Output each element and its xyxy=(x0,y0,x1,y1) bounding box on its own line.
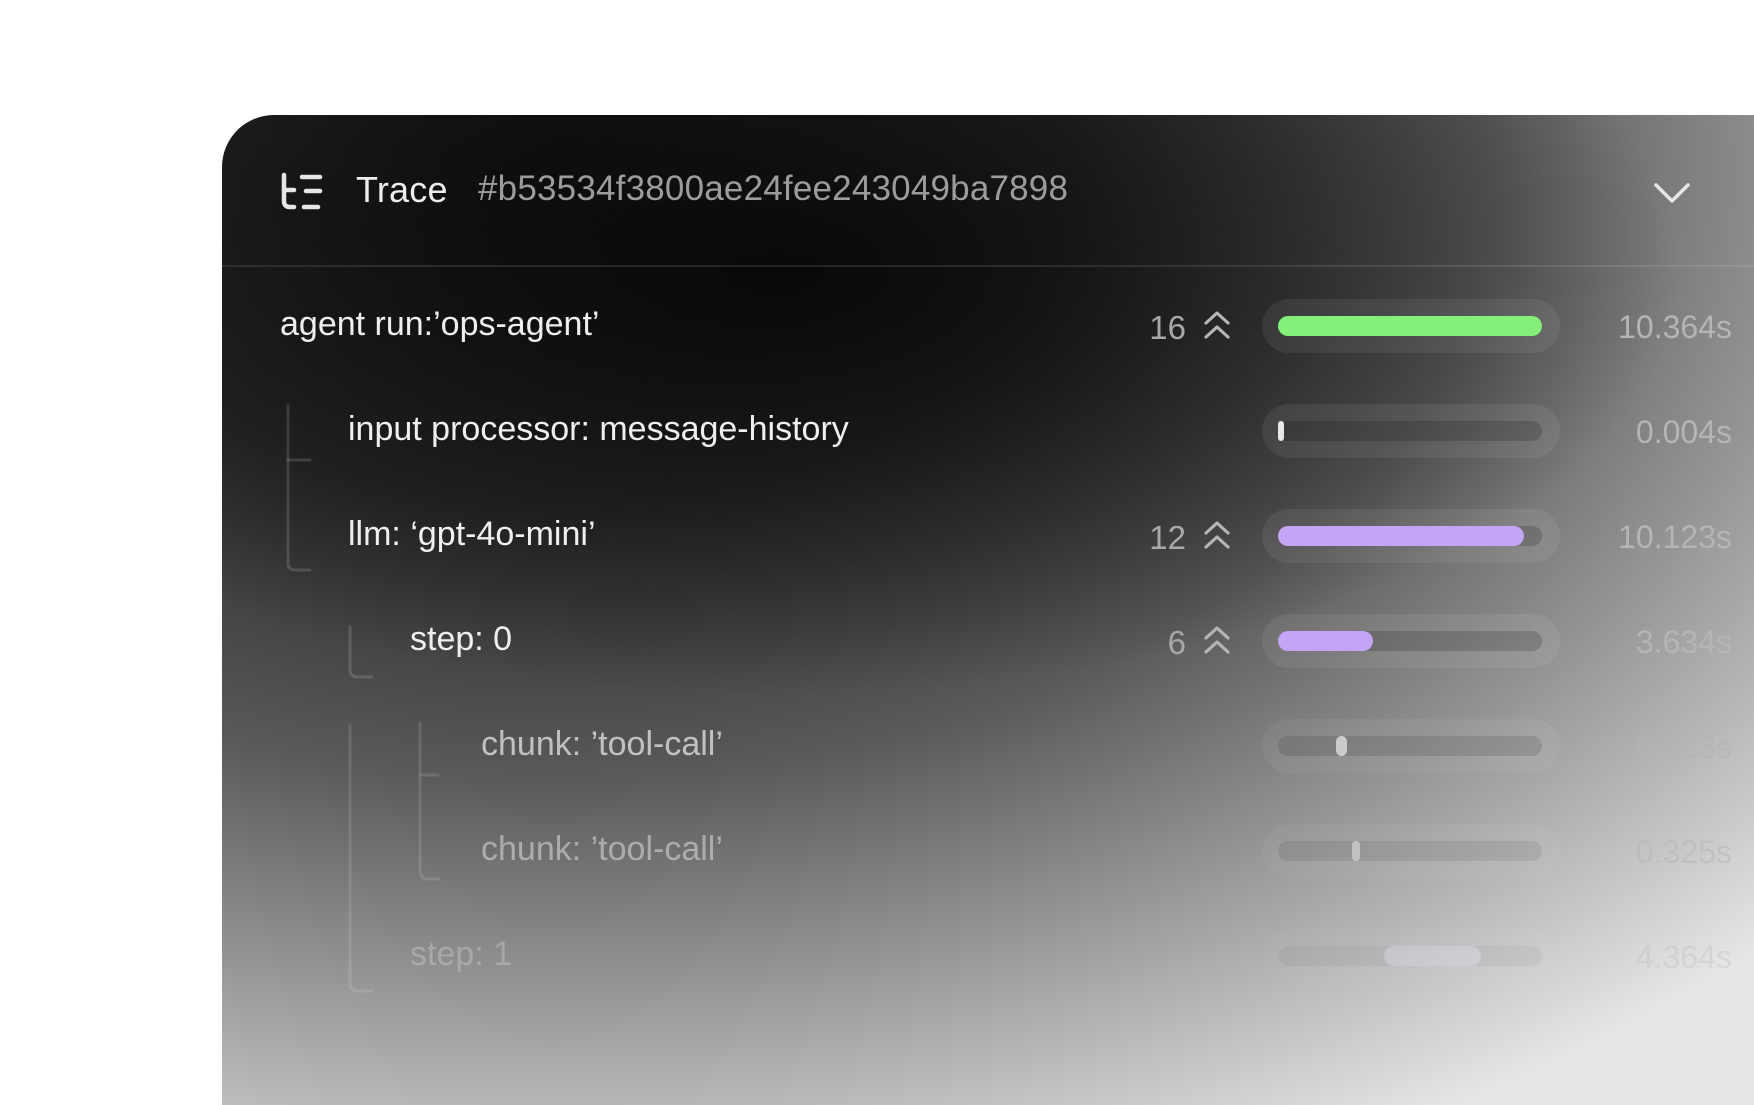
span-child-count: 12 xyxy=(1149,519,1186,556)
duration-bar-track xyxy=(1262,719,1560,773)
trace-header: Trace #b53534f3800ae24fee243049ba7898 xyxy=(222,115,1754,267)
duration-bar-track xyxy=(1262,614,1560,668)
duration-bar-inner xyxy=(1278,316,1542,336)
chevrons-up-icon[interactable] xyxy=(1202,309,1232,341)
duration-bar-track xyxy=(1262,929,1560,983)
duration-bar-track xyxy=(1262,824,1560,878)
duration-bar-inner xyxy=(1278,841,1542,861)
trace-id: #b53534f3800ae24fee243049ba7898 xyxy=(478,169,1069,208)
span-row-step-0[interactable]: step: 0 6 3.634s xyxy=(222,610,1754,670)
chevron-down-icon[interactable] xyxy=(1652,175,1692,211)
duration-bar-fill xyxy=(1351,841,1360,861)
span-row-chunk-tool-call[interactable]: chunk: ’tool-call’ 0.325s xyxy=(222,820,1754,880)
span-duration: 0.423s xyxy=(1635,729,1732,765)
span-duration: 0.325s xyxy=(1635,834,1732,870)
chevrons-up-icon[interactable] xyxy=(1202,624,1232,656)
span-row-step-1[interactable]: step: 1 4.364s xyxy=(222,925,1754,985)
span-label: step: 0 xyxy=(410,620,513,658)
duration-bar-inner xyxy=(1278,736,1542,756)
span-row-chunk-tool-call[interactable]: chunk: ’tool-call’ 0.423s xyxy=(222,715,1754,775)
span-row-agent-run[interactable]: agent run:’ops-agent’ 16 10.364s xyxy=(222,295,1754,355)
duration-bar-fill xyxy=(1278,316,1542,336)
span-row-input-processor[interactable]: input processor: message-history 0.004s xyxy=(222,400,1754,460)
trace-panel: Trace #b53534f3800ae24fee243049ba7898 ag… xyxy=(222,115,1754,1105)
duration-bar-inner xyxy=(1278,946,1542,966)
trace-title: Trace xyxy=(356,169,448,210)
duration-bar-fill xyxy=(1383,946,1482,966)
duration-bar-fill xyxy=(1278,421,1284,441)
span-label: chunk: ’tool-call’ xyxy=(481,830,723,868)
duration-bar-inner xyxy=(1278,631,1542,651)
duration-bar-track xyxy=(1262,509,1560,563)
duration-bar-fill xyxy=(1278,631,1374,651)
duration-bar-inner xyxy=(1278,421,1542,441)
span-label: llm: ‘gpt-4o-mini’ xyxy=(348,515,596,553)
span-label: agent run:’ops-agent’ xyxy=(280,305,600,343)
span-row-llm[interactable]: llm: ‘gpt-4o-mini’ 12 10.123s xyxy=(222,505,1754,565)
span-child-count: 6 xyxy=(1167,624,1186,661)
trace-tree-icon xyxy=(281,172,323,210)
span-duration: 3.634s xyxy=(1635,624,1732,660)
chevrons-up-icon[interactable] xyxy=(1202,519,1232,551)
duration-bar-track xyxy=(1262,299,1560,353)
span-label: chunk: ’tool-call’ xyxy=(481,725,723,763)
duration-bar-fill xyxy=(1336,736,1347,756)
span-duration: 10.364s xyxy=(1618,309,1732,345)
span-label: input processor: message-history xyxy=(348,410,849,448)
span-duration: 0.004s xyxy=(1635,414,1732,450)
span-child-count: 16 xyxy=(1149,309,1186,346)
duration-bar-fill xyxy=(1278,526,1524,546)
duration-bar-track xyxy=(1262,404,1560,458)
span-duration: 4.364s xyxy=(1635,939,1732,975)
duration-bar-inner xyxy=(1278,526,1542,546)
span-label: step: 1 xyxy=(410,935,513,973)
span-duration: 10.123s xyxy=(1618,519,1732,555)
